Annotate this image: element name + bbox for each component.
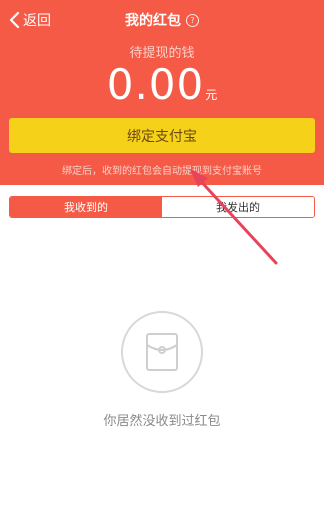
empty-state-text: 你居然没收到过红包: [103, 414, 221, 429]
balance-display: 0.00元: [0, 60, 324, 109]
header-panel: 返回 我的红包 ? 待提现的钱 0.00元 绑定支付宝 绑定后，收到的红包会自动…: [0, 0, 324, 185]
help-icon[interactable]: ?: [186, 13, 199, 27]
page-title-text: 我的红包: [125, 13, 181, 29]
balance-caption: 待提现的钱: [129, 46, 195, 61]
page-title: 我的红包 ?: [0, 10, 324, 30]
balance-unit: 元: [205, 88, 218, 102]
tab-bar: 我收到的 我发出的: [9, 196, 315, 218]
bind-hint-text: 绑定后，收到的红包会自动提现到支付宝账号: [62, 166, 262, 177]
red-envelope-icon: [146, 333, 178, 371]
bind-alipay-button[interactable]: 绑定支付宝: [9, 118, 315, 153]
balance-amount: 0.00: [106, 60, 205, 109]
tab-received[interactable]: 我收到的: [10, 197, 162, 217]
tab-sent[interactable]: 我发出的: [162, 197, 314, 217]
empty-state-icon: [121, 311, 203, 393]
